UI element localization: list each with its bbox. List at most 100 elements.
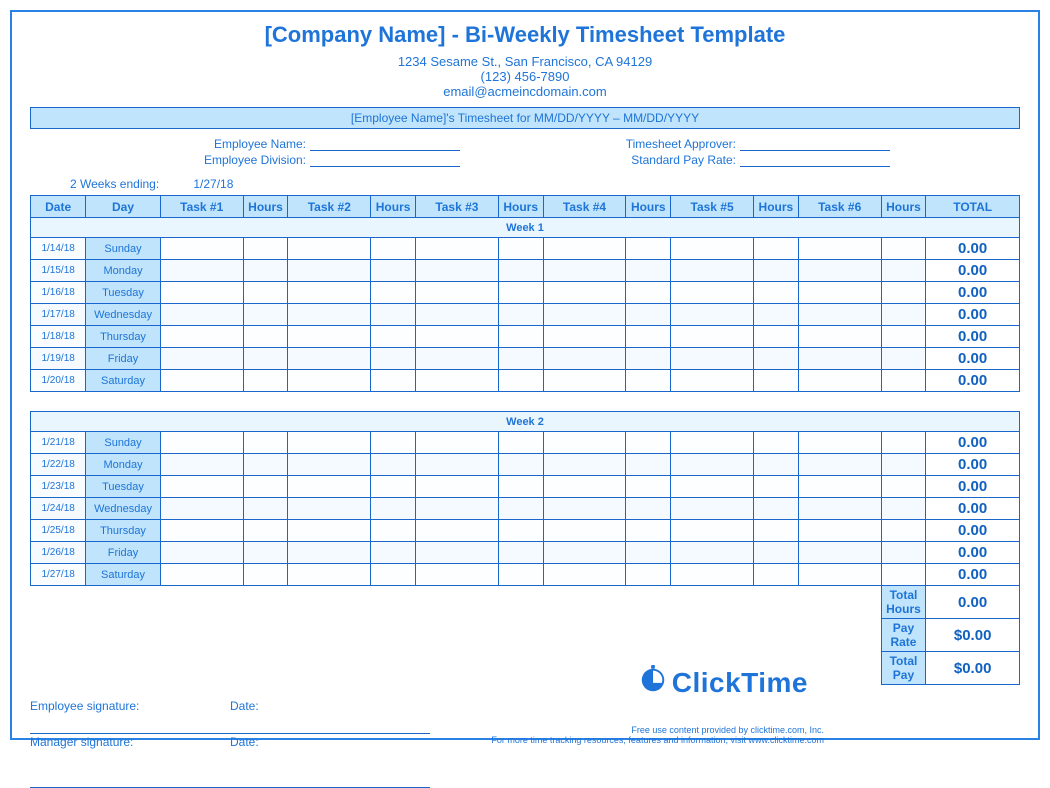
hours-cell[interactable] — [243, 520, 288, 542]
hours-cell[interactable] — [881, 476, 926, 498]
hours-cell[interactable] — [498, 476, 543, 498]
task-cell[interactable] — [160, 238, 243, 260]
hours-cell[interactable] — [371, 476, 416, 498]
hours-cell[interactable] — [626, 520, 671, 542]
task-cell[interactable] — [543, 454, 626, 476]
task-cell[interactable] — [798, 564, 881, 586]
hours-cell[interactable] — [498, 542, 543, 564]
task-cell[interactable] — [798, 454, 881, 476]
task-cell[interactable] — [798, 260, 881, 282]
hours-cell[interactable] — [371, 520, 416, 542]
hours-cell[interactable] — [754, 476, 799, 498]
task-cell[interactable] — [415, 326, 498, 348]
task-cell[interactable] — [288, 348, 371, 370]
task-cell[interactable] — [288, 564, 371, 586]
hours-cell[interactable] — [626, 432, 671, 454]
task-cell[interactable] — [543, 282, 626, 304]
hours-cell[interactable] — [626, 260, 671, 282]
hours-cell[interactable] — [243, 370, 288, 392]
task-cell[interactable] — [798, 370, 881, 392]
hours-cell[interactable] — [243, 348, 288, 370]
task-cell[interactable] — [543, 304, 626, 326]
hours-cell[interactable] — [498, 520, 543, 542]
hours-cell[interactable] — [754, 238, 799, 260]
hours-cell[interactable] — [243, 542, 288, 564]
hours-cell[interactable] — [498, 564, 543, 586]
hours-cell[interactable] — [754, 498, 799, 520]
task-cell[interactable] — [288, 238, 371, 260]
task-cell[interactable] — [160, 282, 243, 304]
task-cell[interactable] — [798, 282, 881, 304]
hours-cell[interactable] — [626, 238, 671, 260]
task-cell[interactable] — [671, 282, 754, 304]
hours-cell[interactable] — [626, 326, 671, 348]
task-cell[interactable] — [288, 498, 371, 520]
hours-cell[interactable] — [754, 370, 799, 392]
hours-cell[interactable] — [371, 498, 416, 520]
hours-cell[interactable] — [243, 326, 288, 348]
task-cell[interactable] — [288, 520, 371, 542]
hours-cell[interactable] — [371, 260, 416, 282]
employee-division-input[interactable] — [310, 153, 460, 167]
task-cell[interactable] — [160, 476, 243, 498]
hours-cell[interactable] — [754, 326, 799, 348]
hours-cell[interactable] — [243, 282, 288, 304]
task-cell[interactable] — [415, 498, 498, 520]
hours-cell[interactable] — [881, 498, 926, 520]
hours-cell[interactable] — [754, 520, 799, 542]
hours-cell[interactable] — [498, 432, 543, 454]
hours-cell[interactable] — [626, 304, 671, 326]
hours-cell[interactable] — [881, 432, 926, 454]
task-cell[interactable] — [415, 564, 498, 586]
hours-cell[interactable] — [498, 238, 543, 260]
hours-cell[interactable] — [371, 432, 416, 454]
task-cell[interactable] — [160, 542, 243, 564]
task-cell[interactable] — [671, 370, 754, 392]
task-cell[interactable] — [798, 476, 881, 498]
task-cell[interactable] — [415, 282, 498, 304]
task-cell[interactable] — [160, 564, 243, 586]
task-cell[interactable] — [415, 520, 498, 542]
task-cell[interactable] — [671, 498, 754, 520]
hours-cell[interactable] — [626, 564, 671, 586]
hours-cell[interactable] — [371, 542, 416, 564]
task-cell[interactable] — [415, 260, 498, 282]
hours-cell[interactable] — [754, 348, 799, 370]
hours-cell[interactable] — [754, 542, 799, 564]
hours-cell[interactable] — [881, 282, 926, 304]
task-cell[interactable] — [288, 432, 371, 454]
task-cell[interactable] — [798, 238, 881, 260]
task-cell[interactable] — [671, 476, 754, 498]
task-cell[interactable] — [160, 454, 243, 476]
task-cell[interactable] — [415, 348, 498, 370]
task-cell[interactable] — [160, 260, 243, 282]
hours-cell[interactable] — [371, 238, 416, 260]
hours-cell[interactable] — [371, 326, 416, 348]
hours-cell[interactable] — [626, 454, 671, 476]
hours-cell[interactable] — [498, 348, 543, 370]
task-cell[interactable] — [543, 476, 626, 498]
hours-cell[interactable] — [626, 498, 671, 520]
task-cell[interactable] — [671, 564, 754, 586]
task-cell[interactable] — [288, 370, 371, 392]
hours-cell[interactable] — [371, 282, 416, 304]
task-cell[interactable] — [160, 498, 243, 520]
hours-cell[interactable] — [881, 260, 926, 282]
task-cell[interactable] — [543, 520, 626, 542]
task-cell[interactable] — [415, 370, 498, 392]
task-cell[interactable] — [288, 282, 371, 304]
task-cell[interactable] — [671, 326, 754, 348]
hours-cell[interactable] — [881, 348, 926, 370]
hours-cell[interactable] — [498, 304, 543, 326]
task-cell[interactable] — [543, 542, 626, 564]
hours-cell[interactable] — [881, 564, 926, 586]
task-cell[interactable] — [160, 326, 243, 348]
hours-cell[interactable] — [881, 304, 926, 326]
hours-cell[interactable] — [626, 370, 671, 392]
approver-input[interactable] — [740, 137, 890, 151]
task-cell[interactable] — [160, 348, 243, 370]
task-cell[interactable] — [671, 542, 754, 564]
hours-cell[interactable] — [243, 238, 288, 260]
task-cell[interactable] — [798, 348, 881, 370]
task-cell[interactable] — [288, 542, 371, 564]
